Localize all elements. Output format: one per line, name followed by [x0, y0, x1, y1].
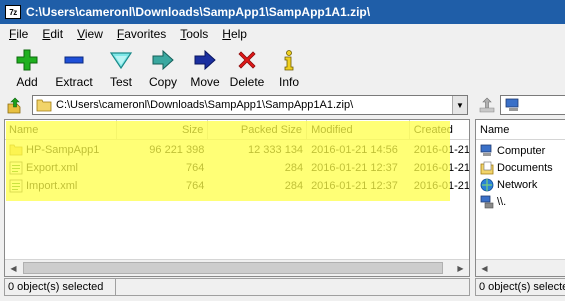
file-packed-size: 284	[284, 180, 304, 192]
folder-pane[interactable]: Name Computer Documents Network \\. ◀	[475, 119, 565, 277]
add-button[interactable]: Add	[6, 46, 48, 92]
list-item-computer[interactable]: Computer	[480, 142, 545, 159]
column-header-row: Name Size Packed Size Modified Created	[5, 120, 469, 140]
chevron-down-icon: ▼	[456, 100, 464, 110]
file-size: 764	[185, 180, 205, 192]
folder-up-icon-right[interactable]	[478, 96, 496, 114]
info-label: Info	[278, 75, 299, 89]
list-item-network[interactable]: Network	[480, 176, 537, 193]
file-modified: 2016-01-21 14:56	[311, 144, 398, 156]
file-created: 2016-01-21	[413, 144, 469, 156]
title-bar[interactable]: 7z C:\Users\cameronl\Downloads\SampApp1\…	[0, 0, 565, 24]
move-label: Move	[190, 75, 220, 89]
menu-favorites[interactable]: Favorites	[110, 27, 173, 41]
add-label: Add	[16, 75, 38, 89]
scroll-left-icon[interactable]: ◀	[5, 260, 22, 276]
check-icon	[109, 52, 133, 70]
delete-button[interactable]: Delete	[226, 46, 268, 92]
file-list-pane[interactable]: Name Size Packed Size Modified Created H…	[4, 119, 470, 277]
table-row[interactable]: Export.xml 764 284 2016-01-21 12:37 2016…	[5, 159, 469, 177]
app-icon: 7z	[5, 5, 21, 19]
file-size: 764	[185, 162, 205, 174]
file-name: HP-SampApp1	[26, 144, 100, 156]
horizontal-scrollbar[interactable]: ◀ ▶	[5, 259, 469, 276]
file-packed-size: 284	[284, 162, 304, 174]
file-name: Import.xml	[26, 180, 78, 192]
plus-icon	[16, 49, 38, 71]
file-name: Export.xml	[26, 162, 78, 174]
file-created: 2016-01-21	[413, 180, 469, 192]
table-row[interactable]: Import.xml 764 284 2016-01-21 12:37 2016…	[5, 177, 469, 195]
status-bar-right: 0 object(s) selected	[475, 278, 565, 296]
column-modified[interactable]: Modified	[307, 120, 410, 140]
copy-label: Copy	[148, 75, 177, 89]
delete-label: Delete	[229, 75, 265, 89]
info-button[interactable]: Info	[268, 46, 310, 92]
xml-file-icon	[9, 179, 23, 193]
file-packed-size: 12 333 134	[248, 144, 304, 156]
status-bar-left: 0 object(s) selected	[4, 278, 470, 296]
scroll-left-icon[interactable]: ◀	[476, 260, 493, 276]
table-row[interactable]: HP-SampApp1 96 221 398 12 333 134 2016-0…	[5, 141, 469, 159]
column-packed-size[interactable]: Packed Size	[208, 120, 308, 140]
column-created[interactable]: Created	[410, 120, 469, 140]
computer-icon	[480, 144, 492, 156]
delete-x-icon	[238, 51, 256, 69]
file-modified: 2016-01-21 12:37	[311, 180, 398, 192]
menu-help[interactable]: Help	[215, 27, 254, 41]
menu-tools[interactable]: Tools	[173, 27, 215, 41]
menu-file[interactable]: File	[2, 27, 35, 41]
extract-label: Extract	[55, 75, 93, 89]
address-row: C:\Users\cameronl\Downloads\SampApp1\Sam…	[0, 94, 565, 116]
folder-up-icon[interactable]	[6, 96, 24, 114]
column-size[interactable]: Size	[117, 120, 209, 140]
move-button[interactable]: Move	[184, 46, 226, 92]
documents-icon	[480, 161, 494, 174]
menu-view[interactable]: View	[70, 27, 110, 41]
minus-icon	[64, 56, 84, 64]
copy-arrow-icon	[152, 49, 174, 71]
xml-file-icon	[9, 161, 23, 175]
scroll-right-icon[interactable]: ▶	[452, 260, 469, 276]
status-divider	[115, 279, 116, 295]
list-item-documents[interactable]: Documents	[480, 159, 553, 176]
address-bar[interactable]: C:\Users\cameronl\Downloads\SampApp1\Sam…	[32, 95, 468, 115]
network-icon	[480, 178, 494, 191]
list-item-unc[interactable]: \\.	[480, 193, 506, 210]
menu-bar: File Edit View Favorites Tools Help	[0, 24, 565, 44]
extract-button[interactable]: Extract	[48, 46, 100, 92]
status-text: 0 object(s) selected	[8, 281, 104, 293]
computer-network-icon	[480, 195, 494, 208]
computer-icon	[505, 98, 519, 111]
toolbar: Add Extract Test Copy Move Delete Info	[0, 46, 565, 92]
move-arrow-icon	[194, 49, 216, 71]
right-horizontal-scrollbar[interactable]: ◀	[476, 259, 565, 276]
right-column-name[interactable]: Name	[476, 120, 565, 140]
window-title: C:\Users\cameronl\Downloads\SampApp1\Sam…	[26, 5, 371, 19]
copy-button[interactable]: Copy	[142, 46, 184, 92]
address-dropdown[interactable]: ▼	[452, 96, 467, 114]
file-size: 96 221 398	[149, 144, 205, 156]
address-path: C:\Users\cameronl\Downloads\SampApp1\Sam…	[56, 99, 354, 111]
column-name[interactable]: Name	[5, 120, 117, 140]
folder-icon	[9, 144, 23, 156]
scroll-thumb[interactable]	[23, 262, 443, 274]
status-text-right: 0 object(s) selected	[479, 281, 565, 293]
folder-icon	[36, 99, 52, 112]
file-modified: 2016-01-21 12:37	[311, 162, 398, 174]
test-label: Test	[109, 75, 132, 89]
menu-edit[interactable]: Edit	[35, 27, 70, 41]
file-created: 2016-01-21	[413, 162, 469, 174]
address-bar-right[interactable]	[500, 95, 565, 115]
test-button[interactable]: Test	[100, 46, 142, 92]
info-icon	[284, 50, 294, 71]
